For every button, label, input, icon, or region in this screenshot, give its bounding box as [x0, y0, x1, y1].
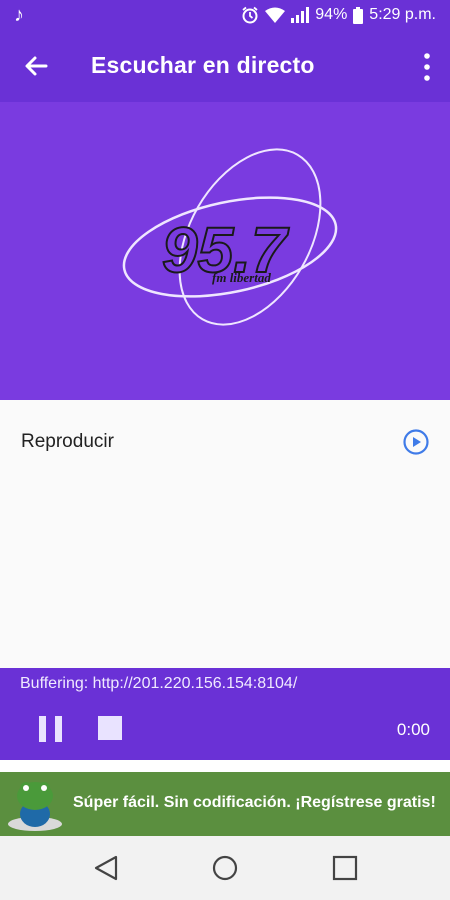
- stop-icon[interactable]: [98, 716, 122, 740]
- app-bar: Escuchar en directo: [0, 30, 450, 102]
- alarm-icon: [242, 6, 258, 24]
- frog-mascot-icon: [8, 782, 62, 831]
- buffering-status: Buffering: http://201.220.156.154:8104/: [20, 675, 298, 692]
- nav-recents-square-icon[interactable]: [331, 854, 359, 882]
- station-artwork: 95.7 fm libertad: [0, 102, 450, 400]
- page-title: Escuchar en directo: [91, 52, 315, 78]
- content-area: Reproducir: [0, 400, 450, 668]
- status-bar-right: 94% 5:29 p.m.: [241, 6, 436, 24]
- station-logo: 95.7 fm libertad: [122, 148, 338, 326]
- music-note-icon: ♪: [14, 4, 24, 26]
- play-row[interactable]: Reproducir: [0, 418, 450, 466]
- nav-back-triangle-icon[interactable]: [92, 854, 120, 882]
- status-bar: ♪ 94% 5:29 p.m.: [0, 0, 450, 30]
- ad-text: Súper fácil. Sin codificación. ¡Regístre…: [73, 794, 436, 811]
- wifi-icon: [265, 7, 286, 23]
- pause-icon[interactable]: [36, 714, 66, 744]
- elapsed-time: 0:00: [396, 720, 430, 739]
- battery-icon: [353, 6, 364, 24]
- player-bar: Buffering: http://201.220.156.154:8104/ …: [0, 668, 450, 760]
- play-label: Reproducir: [21, 431, 114, 452]
- play-circle-icon[interactable]: [403, 429, 429, 455]
- arrow-back-icon[interactable]: [20, 50, 52, 82]
- more-vert-icon[interactable]: [422, 52, 432, 82]
- system-nav-bar: [0, 836, 450, 900]
- signal-icon: [291, 7, 310, 23]
- logo-subtitle: fm libertad: [212, 270, 271, 285]
- ad-banner[interactable]: Súper fácil. Sin codificación. ¡Regístre…: [0, 772, 450, 836]
- nav-home-circle-icon[interactable]: [211, 854, 239, 882]
- divider: [0, 760, 450, 772]
- clock: 5:29 p.m.: [369, 6, 436, 23]
- battery-percent: 94%: [315, 6, 348, 23]
